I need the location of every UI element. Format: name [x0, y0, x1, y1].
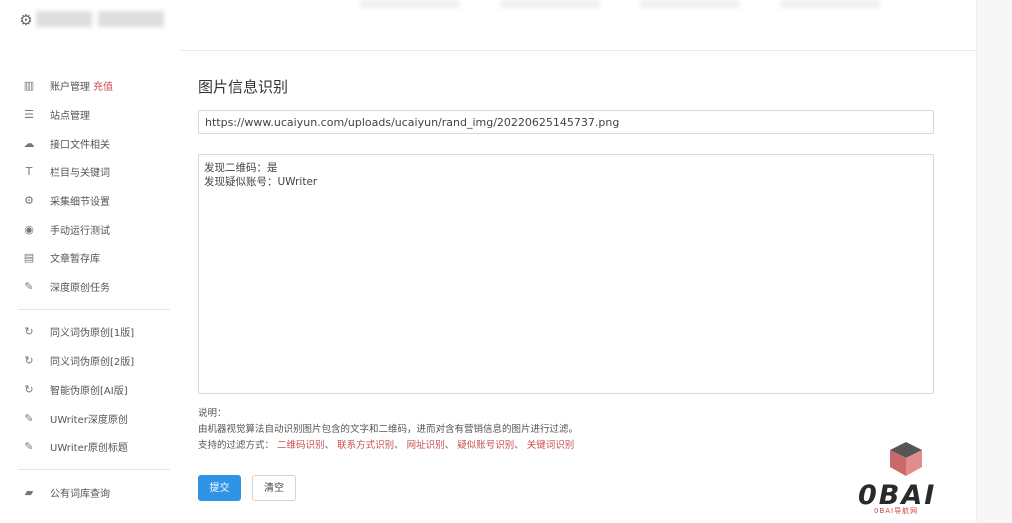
- notes: 说明： 由机器视觉算法自动识别图片包含的文字和二维码，进而对含有营销信息的图片进…: [198, 406, 578, 454]
- sidebar-item-deep-original[interactable]: ✎ 深度原创任务: [22, 276, 110, 296]
- sidebar-item-label: 文章暂存库: [50, 253, 100, 265]
- submit-button[interactable]: 提交: [198, 475, 241, 501]
- gear-icon[interactable]: ⚙: [18, 12, 34, 28]
- filter-methods-label: 支持的过滤方式：: [198, 440, 275, 451]
- sidebar-item-label: 栏目与关键词: [50, 167, 110, 179]
- filter-icon: T: [25, 164, 33, 178]
- play-icon: ◉: [24, 222, 34, 236]
- user-info-blurred: [36, 11, 186, 29]
- sidebar-item-ai-rewrite[interactable]: ↻ 智能伪原创[AI版]: [22, 379, 128, 399]
- sidebar-item-columns-keywords[interactable]: T 栏目与关键词: [22, 161, 110, 181]
- sidebar-item-label: 深度原创任务: [50, 282, 110, 294]
- notes-line-1: 由机器视觉算法自动识别图片包含的文字和二维码，进而对含有营销信息的图片进行过滤。: [198, 424, 579, 435]
- refresh-icon: ↻: [24, 324, 34, 338]
- sidebar-item-public-lexicon[interactable]: ▰ 公有词库查询: [22, 482, 110, 502]
- watermark-logo: 0BAI 0BAI导航网: [856, 440, 956, 520]
- method-contact: 联系方式识别: [337, 440, 395, 451]
- trash-icon: ▤: [23, 250, 35, 264]
- sidebar-item-label: 采集细节设置: [50, 196, 110, 208]
- sidebar-divider: [18, 469, 170, 470]
- separator: 、: [514, 440, 524, 451]
- sidebar-item-label: 接口文件相关: [50, 139, 110, 151]
- sidebar-item-account[interactable]: ▥ 账户管理 充值: [22, 75, 113, 95]
- page-title: 图片信息识别: [198, 78, 289, 96]
- sidebar-item-article-store[interactable]: ▤ 文章暂存库: [22, 247, 100, 267]
- app-window: ⚙ ▥ 账户管理 充值 ☰ 站点管理 ☁ 接口文件相关 T 栏目与关键词 ⚙ 采…: [0, 0, 977, 523]
- sidebar-divider: [18, 309, 170, 310]
- method-account: 疑似账号识别: [457, 440, 515, 451]
- sidebar-item-label: 同义词伪原创[2版]: [50, 356, 135, 368]
- list-icon: ☰: [24, 107, 34, 121]
- sidebar-item-label: 账户管理: [50, 81, 90, 93]
- edit-icon: ✎: [24, 279, 34, 293]
- refresh-icon: ↻: [24, 353, 34, 367]
- cloud-icon: ☁: [23, 136, 35, 150]
- notes-line-2: 支持的过滤方式： 二维码识别、 联系方式识别、 网址识别、 疑似账号识别、 关键…: [198, 438, 578, 454]
- separator: 、: [444, 440, 455, 451]
- image-url-input[interactable]: [198, 110, 934, 134]
- recharge-link[interactable]: 充值: [93, 78, 113, 93]
- sidebar-item-api-files[interactable]: ☁ 接口文件相关: [22, 133, 111, 153]
- method-qrcode: 二维码识别: [277, 440, 325, 451]
- sidebar-item-synonym-v2[interactable]: ↻ 同义词伪原创[2版]: [22, 350, 134, 370]
- sidebar: ▥ 账户管理 充值 ☰ 站点管理 ☁ 接口文件相关 T 栏目与关键词 ⚙ 采集细…: [0, 50, 180, 523]
- sidebar-item-uwriter-deep[interactable]: ✎ UWriter深度原创: [22, 408, 128, 428]
- sidebar-item-label: 公有词库查询: [50, 488, 110, 500]
- sidebar-item-manual-run[interactable]: ◉ 手动运行测试: [22, 219, 110, 239]
- sidebar-item-label: UWriter深度原创: [50, 414, 128, 426]
- sidebar-item-label: 智能伪原创[AI版]: [50, 385, 128, 397]
- top-bar: ⚙: [0, 0, 976, 51]
- top-nav-faint: [360, 0, 880, 12]
- sidebar-item-label: 手动运行测试: [50, 225, 110, 237]
- clear-button[interactable]: 清空: [252, 475, 296, 501]
- edit-icon: ✎: [24, 411, 34, 425]
- sidebar-item-label: 同义词伪原创[1版]: [50, 327, 135, 339]
- sidebar-item-label: 站点管理: [50, 110, 90, 122]
- gears-icon: ⚙: [24, 193, 34, 207]
- bar-chart-icon: ▥: [23, 78, 35, 92]
- sidebar-item-sites[interactable]: ☰ 站点管理: [22, 104, 90, 124]
- sidebar-item-collect-settings[interactable]: ⚙ 采集细节设置: [22, 190, 110, 210]
- sidebar-item-label: UWriter原创标题: [50, 442, 128, 454]
- result-line: 发现二维码：是: [204, 162, 278, 174]
- result-line: 发现疑似账号：UWriter: [204, 176, 318, 188]
- method-keyword: 关键词识别: [526, 440, 575, 451]
- refresh-icon: ↻: [24, 382, 34, 396]
- book-icon: ▰: [24, 485, 34, 499]
- sidebar-item-synonym-v1[interactable]: ↻ 同义词伪原创[1版]: [22, 321, 134, 341]
- logo-subtext: 0BAI导航网: [874, 507, 919, 515]
- edit-icon: ✎: [24, 439, 34, 453]
- separator: 、: [394, 440, 404, 451]
- method-url: 网址识别: [406, 440, 445, 451]
- result-textarea[interactable]: 发现二维码：是 发现疑似账号：UWriter: [198, 154, 934, 394]
- separator: 、: [324, 440, 335, 451]
- cube-logo-icon: [890, 442, 922, 476]
- sidebar-item-uwriter-title[interactable]: ✎ UWriter原创标题: [22, 436, 128, 456]
- notes-heading: 说明：: [198, 408, 227, 419]
